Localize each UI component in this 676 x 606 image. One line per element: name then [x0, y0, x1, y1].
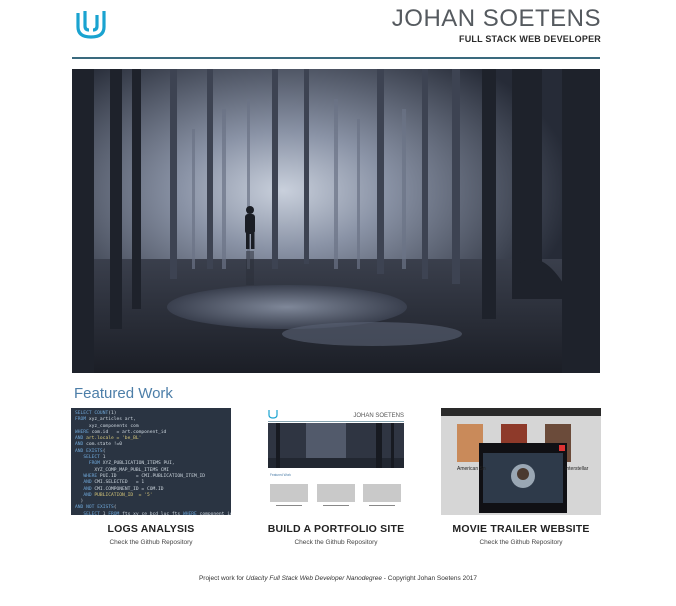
code-line: SELECT 1 FROM fts_xy_ce_bcd_luc fts WHER… — [83, 511, 231, 515]
mini-movie-label: Interstellar — [565, 466, 589, 472]
project-title: MOVIE TRAILER WEBSITE — [452, 523, 590, 535]
site-owner-name: JOHAN SOETENS — [391, 5, 601, 32]
mini-site-name: JOHAN SOETENS — [353, 413, 404, 419]
project-title: BUILD A PORTFOLIO SITE — [267, 523, 405, 535]
footer-suffix: - Copyright Johan Soetens 2017 — [382, 575, 478, 582]
udacity-logo-icon — [76, 11, 106, 39]
project-card: SELECT COUNT(1) FROM xyz_articles art, xy… — [71, 408, 231, 546]
project-thumbnail-movie-trailer[interactable]: American Sn Interstellar — [441, 408, 601, 515]
header-divider — [72, 57, 600, 59]
section-title: Featured Work — [74, 385, 173, 402]
project-thumbnail-logs-analysis[interactable]: SELECT COUNT(1) FROM xyz_articles art, xy… — [71, 408, 231, 515]
project-title: LOGS ANALYSIS — [107, 523, 195, 535]
github-repository-link[interactable]: Check the Github Repository — [256, 539, 416, 546]
github-repository-link[interactable]: Check the Github Repository — [441, 539, 601, 546]
mini-section-title: Featured Work — [270, 473, 291, 477]
footer-text: Project work for Udacity Full Stack Web … — [0, 575, 676, 582]
footer-course: Udacity Full Stack Web Developer Nanodeg… — [245, 575, 382, 582]
project-thumbnail-portfolio-site[interactable]: JOHAN SOETENS Featured Work — [256, 408, 416, 515]
mini-movie-label: American Sn — [457, 466, 486, 472]
hero-image — [72, 69, 600, 373]
footer-prefix: Project work for — [198, 575, 246, 582]
github-repository-link[interactable]: Check the Github Repository — [71, 539, 231, 546]
project-card: JOHAN SOETENS Featured Work BUILD A PORT… — [256, 408, 416, 546]
site-subtitle: FULL STACK WEB DEVELOPER — [459, 34, 601, 44]
project-card: American Sn Interstellar MOVIE TRAILER W… — [441, 408, 601, 546]
